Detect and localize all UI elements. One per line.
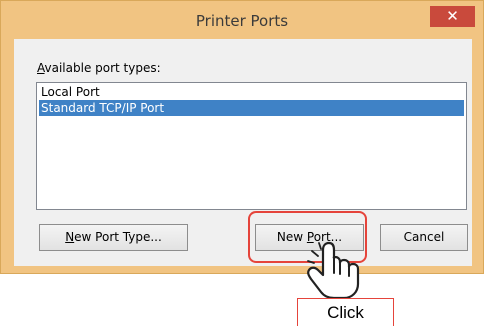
list-item-local-port[interactable]: Local Port [39,84,464,100]
label-rest: vailable port types: [44,61,161,75]
available-port-types-label: Available port types: [37,61,161,75]
label-accelerator: A [37,61,45,75]
port-types-listbox[interactable]: Local Port Standard TCP/IP Port [36,82,467,210]
list-item-standard-tcp-ip-port[interactable]: Standard TCP/IP Port [39,100,464,116]
window-title: Printer Ports [195,12,289,30]
cancel-button[interactable]: Cancel [380,224,468,251]
printer-ports-dialog: Printer Ports ✕ Available port types: Lo… [0,0,484,274]
new-port-type-button[interactable]: New Port Type... [39,224,188,251]
click-callout: Click [297,298,394,326]
new-port-type-rest: ew Port Type... [74,230,162,244]
pointing-hand-icon [307,241,360,300]
close-icon: ✕ [446,7,459,25]
close-button[interactable]: ✕ [430,6,475,27]
new-port-type-accelerator: N [65,230,75,244]
dialog-client-area: Available port types: Local Port Standar… [14,39,472,266]
title-bar: Printer Ports ✕ [1,1,483,39]
stage: Printer Ports ✕ Available port types: Lo… [0,0,485,326]
